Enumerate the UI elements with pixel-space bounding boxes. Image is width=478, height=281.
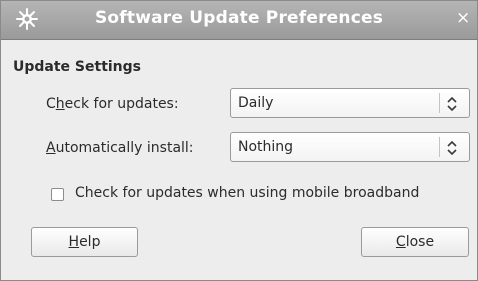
dropdown-separator: [439, 93, 440, 113]
dropdown-separator: [439, 137, 440, 157]
window-title: Software Update Preferences: [94, 8, 384, 28]
check-for-updates-dropdown[interactable]: Daily: [230, 88, 470, 118]
dropdown-value: Daily: [238, 95, 274, 111]
label-text: utomatically install:: [55, 140, 194, 156]
label-text: eck for updates:: [64, 96, 179, 112]
button-mnemonic: C: [395, 234, 406, 250]
mobile-broadband-checkbox[interactable]: [51, 188, 64, 201]
button-label: lose: [405, 234, 435, 250]
section-title: Update Settings: [13, 59, 142, 75]
close-window-icon[interactable]: ×: [456, 10, 470, 27]
gear-star-icon: [16, 8, 38, 30]
mobile-broadband-label[interactable]: Check for updates when using mobile broa…: [75, 185, 419, 201]
up-down-arrows-icon: [447, 96, 457, 112]
preferences-window: Software Update Preferences × Update Set…: [0, 0, 478, 281]
check-for-updates-label: Check for updates:: [46, 96, 179, 112]
dialog-content: Update Settings Check for updates: Daily…: [1, 40, 477, 280]
up-down-arrows-icon: [447, 140, 457, 156]
title-bar[interactable]: Software Update Preferences ×: [1, 1, 477, 40]
label-mnemonic: h: [55, 96, 65, 112]
label-mnemonic: A: [46, 140, 56, 156]
automatically-install-label: Automatically install:: [46, 140, 194, 156]
button-label: elp: [79, 234, 101, 250]
close-button[interactable]: Close: [361, 227, 469, 257]
help-button[interactable]: Help: [31, 227, 138, 257]
button-mnemonic: H: [68, 234, 80, 250]
dropdown-value: Nothing: [238, 139, 294, 155]
automatically-install-dropdown[interactable]: Nothing: [230, 132, 470, 162]
label-text: C: [46, 96, 56, 112]
